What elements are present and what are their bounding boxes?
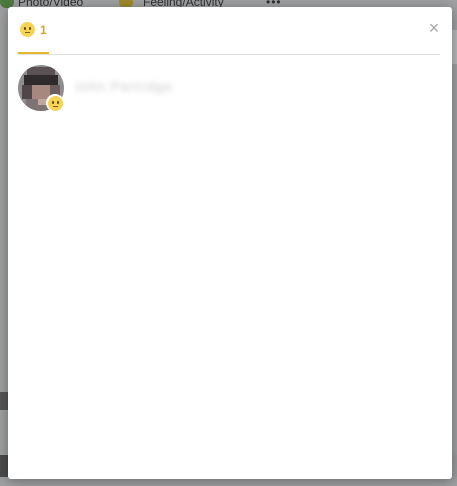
wow-reaction-icon [20, 22, 35, 37]
background-image-fragment [452, 455, 457, 477]
active-tab-indicator [18, 52, 49, 54]
background-image-fragment [0, 455, 8, 477]
wow-reaction-icon [47, 95, 63, 111]
reaction-badge [46, 94, 64, 112]
reaction-tabs: 1 [18, 7, 440, 55]
reactors-list: John Partridge [18, 63, 440, 115]
reactor-name[interactable]: John Partridge [74, 79, 173, 101]
background-image-fragment [0, 392, 8, 410]
tab-wow-reactions[interactable]: 1 [18, 7, 49, 54]
reactions-dialog: 1 × John Partridge [8, 7, 452, 479]
tab-reaction-count: 1 [40, 22, 47, 37]
close-button[interactable]: × [426, 19, 442, 37]
list-item: John Partridge [18, 63, 440, 115]
background-image-fragment [452, 30, 457, 64]
